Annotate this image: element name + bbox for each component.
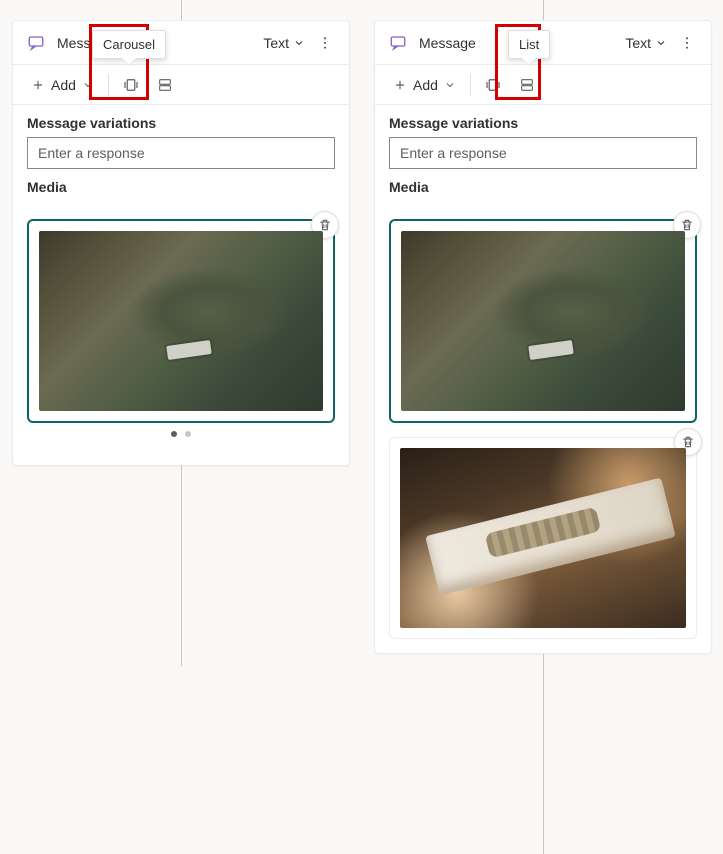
chevron-down-icon: [82, 79, 94, 91]
media-image: [401, 231, 685, 411]
plus-icon: [31, 78, 45, 92]
trash-icon: [680, 218, 694, 232]
pager-dot[interactable]: [171, 431, 177, 437]
chevron-down-icon: [444, 79, 456, 91]
response-type-label: Text: [625, 35, 651, 51]
add-label: Add: [51, 77, 76, 93]
response-input[interactable]: [389, 137, 697, 169]
more-options-button[interactable]: [311, 31, 339, 55]
toolbar-separator: [470, 74, 471, 96]
trash-icon: [318, 218, 332, 232]
layout-carousel-button[interactable]: [115, 71, 147, 99]
toolbar: Add: [375, 65, 711, 105]
message-icon: [27, 34, 45, 52]
response-type-label: Text: [263, 35, 289, 51]
chevron-down-icon: [655, 37, 667, 49]
add-button[interactable]: Add: [385, 73, 464, 97]
carousel-icon: [122, 77, 140, 93]
card-header: Message Text: [13, 21, 349, 65]
layout-carousel-button[interactable]: [477, 71, 509, 99]
trash-icon: [681, 435, 695, 449]
media-item[interactable]: [389, 437, 697, 639]
message-node-card: Message Text Add: [374, 20, 712, 654]
response-type-dropdown[interactable]: Text: [257, 31, 311, 55]
add-label: Add: [413, 77, 438, 93]
media-item[interactable]: [27, 219, 335, 423]
layout-list-button[interactable]: [149, 71, 181, 99]
message-node-card: Message Text Add: [12, 20, 350, 466]
variations-heading: Message variations: [13, 105, 349, 137]
media-image: [39, 231, 323, 411]
layout-list-button[interactable]: [511, 71, 543, 99]
media-item[interactable]: [389, 219, 697, 423]
toolbar-separator: [108, 74, 109, 96]
response-input[interactable]: [27, 137, 335, 169]
message-icon: [389, 34, 407, 52]
carousel-pager: [27, 423, 335, 451]
carousel-icon: [484, 77, 502, 93]
chevron-down-icon: [293, 37, 305, 49]
plus-icon: [393, 78, 407, 92]
list-tooltip: List: [508, 30, 550, 59]
pager-dot[interactable]: [185, 431, 191, 437]
variations-heading: Message variations: [375, 105, 711, 137]
add-button[interactable]: Add: [23, 73, 102, 97]
carousel-tooltip: Carousel: [92, 30, 166, 59]
media-image: [400, 448, 686, 628]
list-icon: [519, 77, 535, 93]
toolbar: Add: [13, 65, 349, 105]
list-icon: [157, 77, 173, 93]
more-options-button[interactable]: [673, 31, 701, 55]
media-heading: Media: [375, 177, 711, 201]
response-type-dropdown[interactable]: Text: [619, 31, 673, 55]
media-heading: Media: [13, 177, 349, 201]
